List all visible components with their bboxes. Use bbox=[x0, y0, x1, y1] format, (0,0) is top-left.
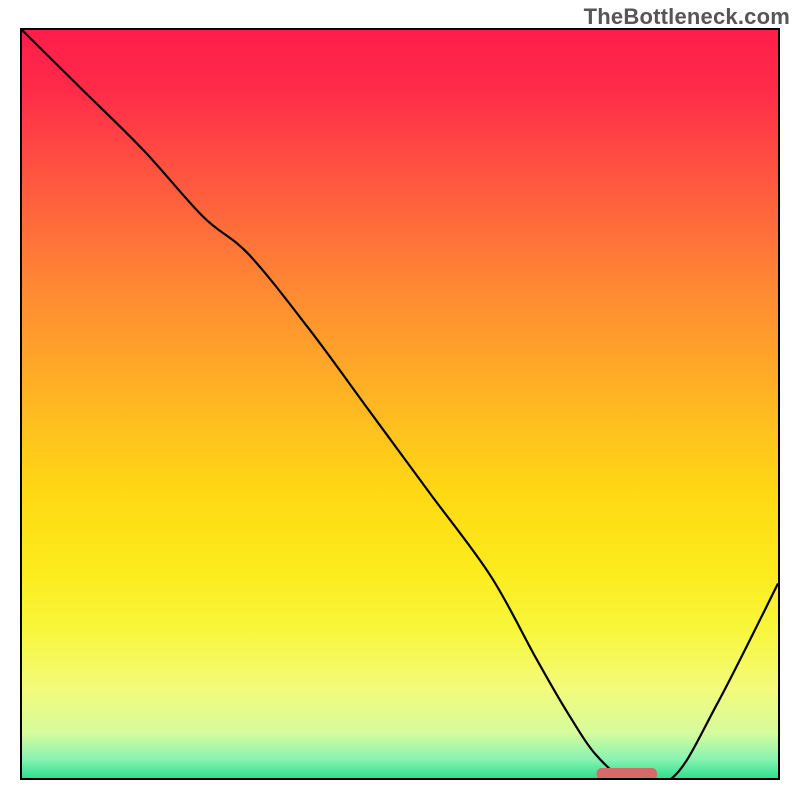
plot-area bbox=[20, 28, 780, 780]
curve-layer bbox=[22, 30, 778, 778]
bottleneck-curve bbox=[22, 30, 778, 778]
watermark-text: TheBottleneck.com bbox=[584, 4, 790, 30]
optimal-marker bbox=[597, 768, 657, 778]
chart-frame: TheBottleneck.com bbox=[0, 0, 800, 800]
